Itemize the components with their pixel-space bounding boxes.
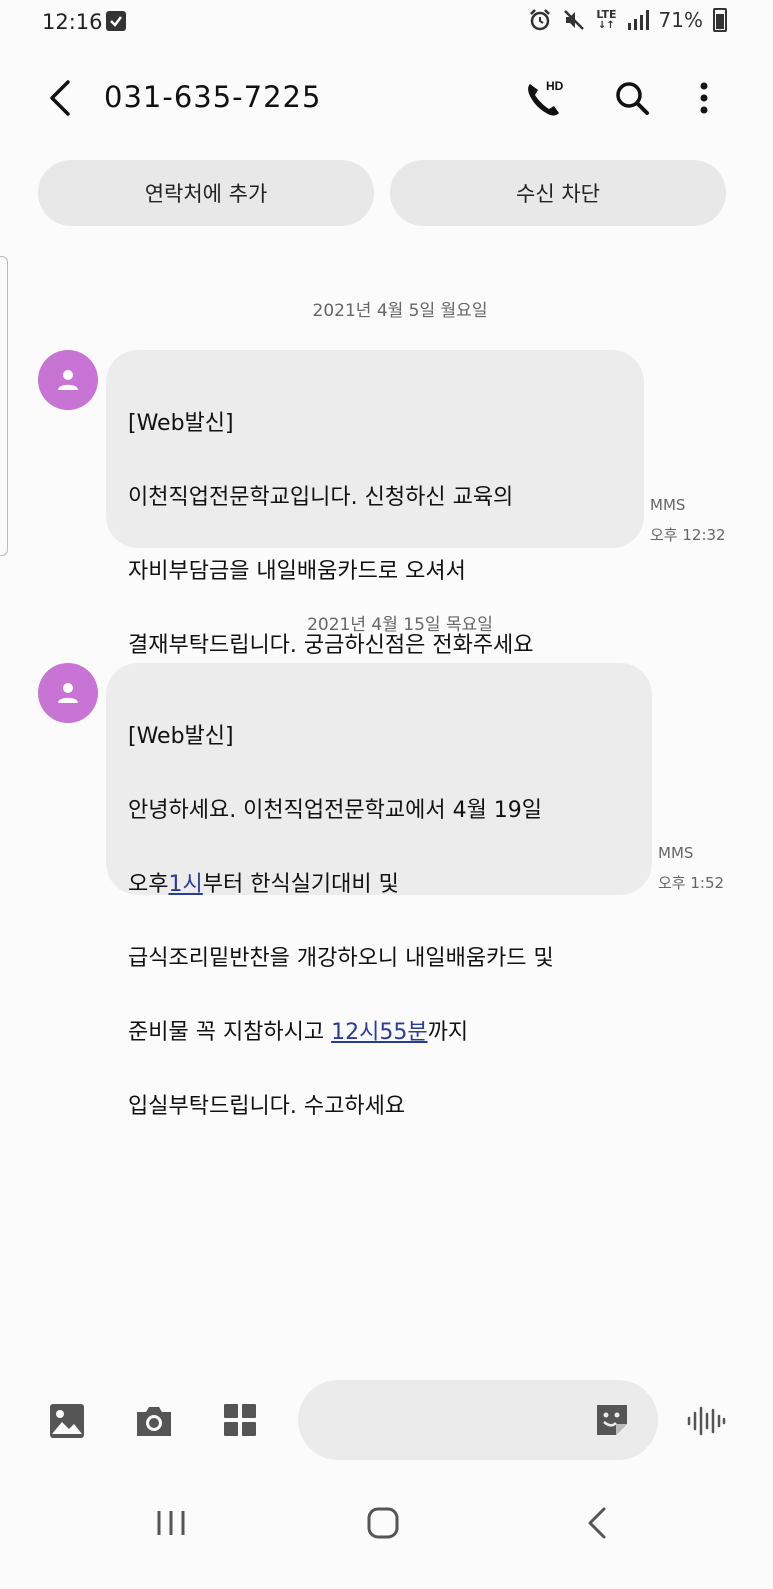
message-type: MMS bbox=[658, 844, 694, 862]
recents-icon bbox=[157, 1511, 185, 1535]
time-link[interactable]: 1시 bbox=[168, 872, 202, 897]
chevron-left-icon bbox=[588, 1507, 606, 1539]
time-link[interactable]: 12시55분 bbox=[331, 1020, 427, 1045]
block-number-button[interactable]: 수신 차단 bbox=[390, 160, 726, 226]
phone-hd-icon: HD bbox=[528, 79, 564, 116]
home-icon bbox=[367, 1507, 399, 1539]
message-line: 준비물 꼭 지참하시고 12시55분까지 bbox=[128, 1020, 469, 1045]
more-options-button[interactable] bbox=[692, 78, 716, 118]
camera-icon bbox=[137, 1407, 171, 1436]
message-time: 오후 12:32 bbox=[650, 526, 726, 544]
waveform-icon bbox=[687, 1406, 726, 1436]
camera-button[interactable] bbox=[134, 1402, 174, 1440]
message-line: [Web발신] bbox=[128, 411, 234, 436]
avatar[interactable] bbox=[38, 663, 98, 723]
person-icon bbox=[58, 370, 78, 390]
search-button[interactable] bbox=[612, 78, 652, 118]
sticker-icon bbox=[597, 1405, 627, 1435]
message-meta: MMS 오후 12:32 bbox=[650, 490, 726, 550]
gallery-button[interactable] bbox=[48, 1402, 86, 1440]
lte-indicator: LTE ↓↑ bbox=[596, 7, 617, 31]
sticker-button[interactable] bbox=[594, 1402, 630, 1438]
message-line: 오후1시부터 한식실기대비 및 bbox=[128, 872, 399, 897]
grid-icon bbox=[224, 1404, 256, 1436]
status-time: 12:16 bbox=[42, 10, 103, 34]
search-icon bbox=[616, 82, 649, 115]
avatar[interactable] bbox=[38, 350, 98, 410]
alarm-icon bbox=[530, 9, 551, 31]
battery-percent: 71% bbox=[658, 8, 703, 32]
svg-text:HD: HD bbox=[546, 79, 564, 93]
voice-record-button[interactable] bbox=[686, 1404, 726, 1438]
hd-call-button[interactable]: HD bbox=[522, 76, 566, 120]
message-line: 입실부탁드립니다. 수고하세요 bbox=[128, 1094, 406, 1119]
message-line: [Web발신] bbox=[128, 724, 234, 749]
nav-back-button[interactable] bbox=[584, 1506, 610, 1540]
message-line: 급식조리밑반찬을 개강하오니 내일배움카드 및 bbox=[128, 946, 554, 971]
apps-button[interactable] bbox=[222, 1402, 258, 1438]
back-arrow-icon bbox=[50, 80, 70, 116]
message-line: 이천직업전문학교입니다. 신청하신 교육의 bbox=[128, 485, 514, 510]
signal-icon bbox=[627, 10, 649, 30]
message-line: 안녕하세요. 이천직업전문학교에서 4월 19일 bbox=[128, 798, 543, 823]
nav-home-button[interactable] bbox=[366, 1506, 400, 1540]
nav-recents-button[interactable] bbox=[156, 1508, 186, 1538]
message-time: 오후 1:52 bbox=[658, 874, 725, 892]
mute-icon bbox=[564, 10, 585, 30]
message-bubble[interactable]: [Web발신] 안녕하세요. 이천직업전문학교에서 4월 19일 오후1시부터 … bbox=[106, 663, 652, 1119]
checkbox-notification-icon bbox=[106, 11, 126, 31]
date-separator: 2021년 4월 15일 목요일 bbox=[307, 615, 493, 635]
contact-number: 031-635-7225 bbox=[104, 80, 322, 114]
battery-icon bbox=[713, 8, 727, 32]
person-icon bbox=[58, 683, 78, 703]
date-separator: 2021년 4월 5일 월요일 bbox=[312, 301, 488, 321]
image-icon bbox=[50, 1404, 84, 1438]
message-meta: MMS 오후 1:52 bbox=[658, 838, 724, 898]
back-button[interactable] bbox=[44, 78, 80, 118]
message-line: 자비부담금을 내일배움카드로 오셔서 bbox=[128, 559, 466, 584]
message-type: MMS bbox=[650, 496, 686, 514]
add-contact-button[interactable]: 연락처에 추가 bbox=[38, 160, 374, 226]
message-bubble[interactable]: [Web발신] 이천직업전문학교입니다. 신청하신 교육의 자비부담금을 내일배… bbox=[106, 350, 644, 732]
status-icons: LTE ↓↑ 71% bbox=[528, 8, 727, 32]
more-vert-icon bbox=[700, 82, 708, 114]
